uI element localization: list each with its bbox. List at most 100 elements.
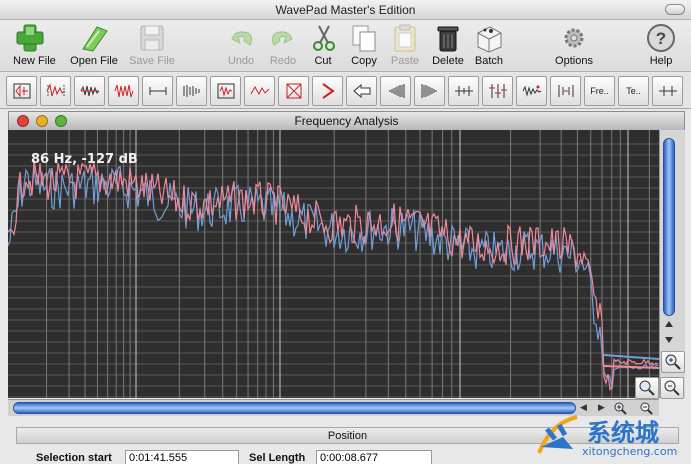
batch-label: Batch — [474, 55, 504, 67]
zoom-out-vertical-button[interactable] — [660, 377, 684, 399]
position-header-label: Position — [327, 430, 368, 442]
frequency-button[interactable]: Fre.. — [584, 76, 615, 106]
fade-in-button[interactable] — [278, 76, 309, 106]
normalize-icon — [46, 83, 65, 97]
distortion-button[interactable] — [244, 76, 275, 106]
zoom-window-icon[interactable] — [55, 115, 67, 127]
options-button[interactable]: Options — [552, 23, 596, 70]
watermark-url: xitongcheng.com — [582, 445, 678, 458]
new-file-button[interactable]: New File — [13, 23, 56, 70]
delete-label: Delete — [432, 55, 464, 67]
tempo-button[interactable]: Te.. — [618, 76, 649, 106]
scroll-right-icon[interactable]: ▶ — [598, 402, 605, 413]
envelope-icon — [80, 85, 99, 97]
sel-length-label: Sel Length — [249, 452, 306, 464]
reverb-button[interactable] — [210, 76, 241, 106]
help-icon: ? — [647, 24, 675, 52]
eq-button[interactable] — [482, 76, 513, 106]
open-file-icon — [82, 26, 108, 52]
options-label: Options — [555, 55, 593, 67]
horizontal-scroll-thumb[interactable] — [13, 402, 576, 414]
app-title: WavePad Master's Edition — [275, 3, 416, 17]
redo-label: Redo — [269, 55, 297, 67]
scroll-up-icon[interactable] — [664, 320, 674, 328]
split-icon — [658, 86, 677, 96]
scissors-icon — [313, 25, 335, 51]
zoom-in-icon — [639, 380, 655, 396]
split-button[interactable] — [652, 76, 683, 106]
left-channel-trace — [8, 159, 659, 392]
open-file-label: Open File — [70, 55, 118, 67]
echo-button[interactable] — [176, 76, 207, 106]
compress-button[interactable] — [108, 76, 139, 106]
save-file-button[interactable]: Save File — [128, 23, 176, 70]
amplify-button[interactable] — [6, 76, 37, 106]
zoom-in-vertical-button[interactable] — [661, 351, 685, 373]
watermark-text: 系统城 — [587, 419, 659, 447]
pitch-button[interactable] — [516, 76, 547, 106]
help-button[interactable]: ? Help — [645, 23, 677, 70]
right-channel-trace — [8, 165, 659, 390]
envelope-button[interactable] — [74, 76, 105, 106]
vertical-scrollbar[interactable] — [659, 130, 685, 398]
echo-icon — [183, 85, 199, 97]
sweep-down-button[interactable] — [414, 76, 445, 106]
minimize-icon[interactable] — [36, 115, 48, 127]
pitch-icon — [522, 85, 541, 97]
right-channel-tail — [603, 354, 659, 360]
cursor-readout: 86 Hz, -127 dB — [31, 152, 138, 167]
paste-button[interactable]: Paste — [389, 23, 421, 70]
reverse-button[interactable] — [346, 76, 377, 106]
new-file-icon — [16, 24, 44, 52]
vertical-scroll-thumb[interactable] — [663, 138, 675, 316]
silence-icon — [149, 87, 166, 95]
noise-reduction-icon — [454, 86, 473, 96]
silence-button[interactable] — [142, 76, 173, 106]
selection-start-field[interactable] — [125, 450, 239, 464]
normalize-button[interactable] — [40, 76, 71, 106]
undo-icon — [231, 31, 253, 46]
sweep-up-icon — [389, 84, 404, 98]
sel-length-field[interactable] — [316, 450, 432, 464]
frequency-analysis-title: Frequency Analysis — [294, 114, 399, 128]
sweep-up-button[interactable] — [380, 76, 411, 106]
reverse-icon — [352, 83, 370, 99]
cut-button[interactable]: Cut — [309, 23, 337, 70]
paste-icon — [394, 24, 416, 52]
distortion-icon — [250, 85, 269, 96]
copy-button[interactable]: Copy — [347, 23, 381, 70]
delete-button[interactable]: Delete — [430, 23, 466, 70]
copy-label: Copy — [351, 55, 377, 67]
zoom-in-full-button[interactable] — [635, 377, 659, 399]
watermark-logo — [537, 415, 578, 454]
amplify-icon — [13, 83, 30, 99]
frequency-plot[interactable]: 86 Hz, -127 dB — [8, 130, 659, 398]
tempo-icon: Te.. — [626, 86, 641, 96]
paste-label: Paste — [390, 55, 420, 67]
undo-button[interactable]: Undo — [224, 23, 258, 70]
frequency-analysis-titlebar: Frequency Analysis — [8, 111, 685, 130]
fade-out-icon — [321, 83, 335, 99]
main-toolbar: New File Open File Save File Undo Redo C… — [0, 20, 691, 72]
noise-reduction-button[interactable] — [448, 76, 479, 106]
scroll-down-icon[interactable] — [664, 336, 674, 344]
batch-button[interactable]: Batch — [472, 23, 506, 70]
new-file-label: New File — [13, 55, 56, 67]
scroll-left-icon[interactable]: ◀ — [580, 402, 587, 413]
zoom-out-icon — [664, 380, 680, 396]
cut-label: Cut — [314, 55, 332, 67]
speed-button[interactable] — [550, 76, 581, 106]
close-icon[interactable] — [17, 115, 29, 127]
toolbar-toggle-button[interactable] — [665, 4, 685, 15]
open-file-button[interactable]: Open File — [68, 23, 120, 70]
speed-icon — [558, 85, 573, 97]
fade-in-icon — [286, 83, 301, 99]
save-file-icon — [140, 25, 164, 51]
zoom-in-icon — [665, 354, 681, 370]
spectrum-graph — [8, 130, 659, 398]
window-title-bar: WavePad Master's Edition — [0, 0, 691, 20]
redo-button[interactable]: Redo — [266, 23, 300, 70]
trash-icon — [437, 26, 459, 52]
svg-text:?: ? — [656, 29, 666, 48]
fade-out-button[interactable] — [312, 76, 343, 106]
